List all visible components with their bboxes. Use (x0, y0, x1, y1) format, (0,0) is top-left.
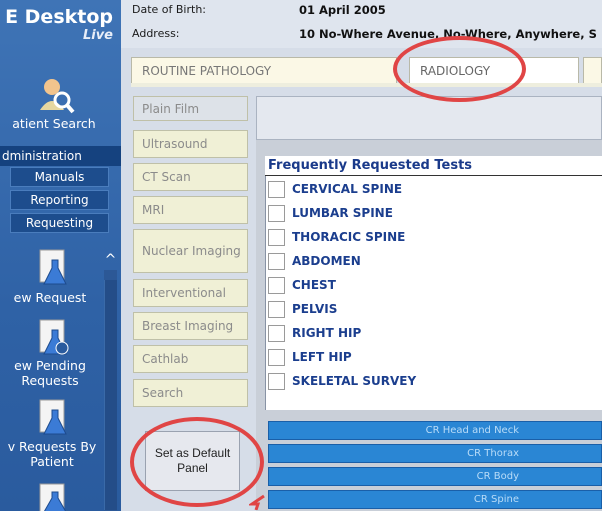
app-brand: E Desktop Live (0, 6, 121, 43)
test-label: ABDOMEN (292, 254, 361, 268)
test-checkbox[interactable] (268, 372, 285, 390)
test-checkbox[interactable] (268, 276, 285, 294)
test-row-abdomen[interactable]: ABDOMEN (268, 250, 361, 272)
test-label: RIGHT HIP (292, 326, 362, 340)
new-request-label: ew Request (13, 290, 87, 305)
sidetab-search[interactable]: Search (133, 379, 248, 407)
test-checkbox[interactable] (268, 300, 285, 318)
sidetab-nuclear-imaging[interactable]: Nuclear Imaging (133, 229, 248, 273)
category-cr-spine[interactable]: CR Spine (268, 490, 602, 509)
patient-search-icon (40, 79, 75, 114)
test-label: CHEST (292, 278, 336, 292)
flask-document-icon (39, 249, 67, 285)
tab-strip (131, 83, 602, 87)
test-label: CERVICAL SPINE (292, 182, 403, 196)
administration-menu[interactable]: dministration (0, 146, 121, 166)
patient-search-label: atient Search (12, 116, 96, 131)
test-label: SKELETAL SURVEY (292, 374, 417, 388)
test-checkbox[interactable] (268, 180, 285, 198)
category-cr-head-neck[interactable]: CR Head and Neck (268, 421, 602, 440)
sidetab-interventional[interactable]: Interventional (133, 279, 248, 307)
test-row-thoracic-spine[interactable]: THORACIC SPINE (268, 226, 405, 248)
address-label: Address: (132, 27, 180, 40)
requests-by-patient-label: v Requests By Patient (7, 439, 97, 469)
flask-patient-icon (39, 399, 67, 435)
requesting-button[interactable]: Requesting (10, 213, 109, 233)
annotation-arrow-icon (249, 494, 265, 510)
app-subtitle: Live (82, 28, 113, 43)
app-title: E Desktop (5, 6, 113, 28)
test-label: LEFT HIP (292, 350, 352, 364)
test-label: LUMBAR SPINE (292, 206, 393, 220)
annotation-circle-default-button (130, 417, 264, 507)
tab-routine-pathology[interactable]: ROUTINE PATHOLOGY (131, 57, 397, 85)
tab-more[interactable] (583, 57, 602, 85)
flask-icon[interactable] (38, 482, 72, 511)
test-checkbox[interactable] (268, 252, 285, 270)
manuals-button[interactable]: Manuals (10, 167, 109, 187)
sidetab-cathlab[interactable]: Cathlab (133, 345, 248, 373)
test-checkbox[interactable] (268, 228, 285, 246)
test-checkbox[interactable] (268, 324, 285, 342)
flask-pending-icon (39, 319, 69, 355)
dob-value: 01 April 2005 (299, 3, 386, 17)
test-row-pelvis[interactable]: PELVIS (268, 298, 337, 320)
test-label: PELVIS (292, 302, 338, 316)
view-pending-label: ew Pending Requests (14, 358, 86, 388)
category-cr-thorax[interactable]: CR Thorax (268, 444, 602, 463)
dob-label: Date of Birth: (132, 3, 207, 16)
scroll-up-icon[interactable]: ^ (104, 252, 117, 268)
test-row-chest[interactable]: CHEST (268, 274, 336, 296)
annotation-circle-radiology (393, 36, 526, 102)
content-toolbar (256, 96, 602, 140)
reporting-button[interactable]: Reporting (10, 190, 109, 210)
sidetab-ultrasound[interactable]: Ultrasound (133, 130, 248, 158)
sidetab-mri[interactable]: MRI (133, 196, 248, 224)
left-navigation: E Desktop Live atient Search dministrati… (0, 0, 121, 511)
test-checkbox[interactable] (268, 204, 285, 222)
frequent-tests-title: Frequently Requested Tests (265, 156, 602, 176)
test-row-right-hip[interactable]: RIGHT HIP (268, 322, 361, 344)
test-row-left-hip[interactable]: LEFT HIP (268, 346, 352, 368)
sidetab-plain-film[interactable]: Plain Film (133, 96, 248, 121)
test-label: THORACIC SPINE (292, 230, 406, 244)
test-checkbox[interactable] (268, 348, 285, 366)
patient-header: Date of Birth: 01 April 2005 Address: 10… (121, 0, 602, 48)
category-cr-body[interactable]: CR Body (268, 467, 602, 486)
test-row-cervical-spine[interactable]: CERVICAL SPINE (268, 178, 402, 200)
sidetab-breast-imaging[interactable]: Breast Imaging (133, 312, 248, 340)
test-row-lumbar-spine[interactable]: LUMBAR SPINE (268, 202, 393, 224)
sidetab-ct-scan[interactable]: CT Scan (133, 163, 248, 191)
test-row-skeletal-survey[interactable]: SKELETAL SURVEY (268, 370, 416, 392)
nav-scrollbar-thumb[interactable] (104, 280, 117, 510)
